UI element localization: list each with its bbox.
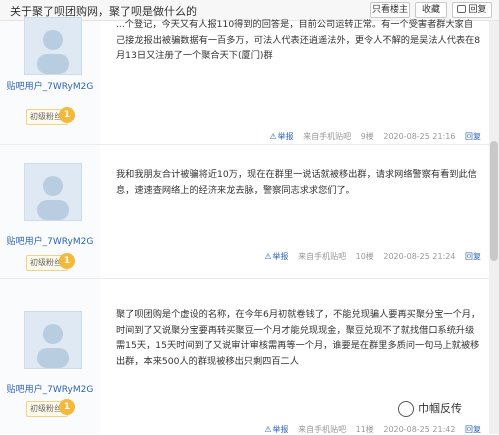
post-reply-link[interactable]: 回复: [465, 132, 481, 141]
post-meta: ⚠举报 来自手机贴吧 10楼 2020-08-25 21:24 回复: [264, 251, 481, 262]
post-time: 2020-08-25 21:24: [383, 252, 456, 261]
fan-badge[interactable]: 初级粉丝 1: [26, 107, 75, 125]
username-link[interactable]: 贴吧用户_7WRyM2G: [0, 382, 100, 395]
fan-badge[interactable]: 初级粉丝 1: [26, 253, 75, 271]
report-link[interactable]: 举报: [273, 425, 289, 434]
scrollbar-thumb[interactable]: [490, 141, 498, 261]
post-author-panel: 贴吧用户_7WRyM2G 初级粉丝 1: [0, 17, 100, 144]
report-link[interactable]: 举报: [278, 132, 294, 141]
reply-button-label: 回复: [468, 5, 487, 15]
post-author-panel: 贴吧用户_7WRyM2G 初级粉丝 1: [0, 279, 100, 434]
watermark: 巾帼反传: [398, 400, 462, 417]
watermark-text: 巾帼反传: [418, 402, 462, 415]
post-content: ...个登记，今天又有人报110得到的回答是，目前公司运转正常。有一个受害者群大…: [116, 19, 481, 61]
fan-badge-label: 初级粉丝: [30, 258, 62, 267]
post-reply-link[interactable]: 回复: [465, 425, 481, 434]
level-icon: 1: [59, 253, 75, 269]
post-time: 2020-08-25 21:42: [383, 425, 456, 434]
favorite-button[interactable]: 收藏: [415, 2, 447, 18]
post-source: 来自手机贴吧: [298, 425, 347, 434]
post-meta: ⚠举报 来自手机贴吧 11楼 2020-08-25 21:42 回复: [264, 424, 481, 435]
floor-number: 10楼: [355, 252, 374, 261]
post-meta: ⚠举报 来自手机贴吧 9楼 2020-08-25 21:16 回复: [269, 131, 481, 142]
fan-badge-label: 初级粉丝: [30, 112, 62, 121]
reply-button[interactable]: 回复: [452, 2, 492, 18]
post-source: 来自手机贴吧: [298, 252, 347, 261]
level-icon: 1: [59, 107, 75, 123]
floor-number: 11楼: [355, 425, 374, 434]
level-icon: 1: [59, 399, 75, 415]
username-link[interactable]: 贴吧用户_7WRyM2G: [0, 234, 100, 247]
post-content: 我和我朋友合计被骗将近10万，现在在群里一说话就被移出群，请求网络警察有看到此信…: [116, 169, 477, 196]
username-link[interactable]: 贴吧用户_7WRyM2G: [0, 79, 100, 92]
post-content: 聚了呗团购是个虚设的名称，在今年6月初就卷钱了，不能兑现骗人要再买聚分宝一个月，…: [116, 309, 481, 367]
report-icon: ⚠: [264, 425, 272, 434]
post-reply-link[interactable]: 回复: [465, 252, 481, 261]
speech-bubble-icon: [457, 5, 467, 13]
post-floor-10: 贴吧用户_7WRyM2G 初级粉丝 1 我和我朋友合计被骗将近10万，现在在群里…: [0, 145, 489, 279]
post-source: 来自手机贴吧: [303, 132, 352, 141]
fan-badge-label: 初级粉丝: [30, 404, 62, 413]
wechat-official-account-icon: [398, 401, 414, 417]
author-only-button[interactable]: 只看楼主: [370, 2, 410, 18]
fan-badge[interactable]: 初级粉丝 1: [26, 399, 75, 417]
floor-number: 9楼: [360, 132, 374, 141]
report-icon: ⚠: [264, 252, 272, 261]
report-link[interactable]: 举报: [273, 252, 289, 261]
avatar[interactable]: [24, 17, 82, 75]
avatar[interactable]: [24, 311, 82, 369]
post-time: 2020-08-25 21:16: [383, 132, 456, 141]
post-floor-9: 贴吧用户_7WRyM2G 初级粉丝 1 ...个登记，今天又有人报110得到的回…: [0, 17, 489, 145]
avatar[interactable]: [24, 163, 82, 221]
scrollbar[interactable]: [489, 21, 499, 434]
report-icon: ⚠: [269, 132, 277, 141]
post-author-panel: 贴吧用户_7WRyM2G 初级粉丝 1: [0, 145, 100, 278]
